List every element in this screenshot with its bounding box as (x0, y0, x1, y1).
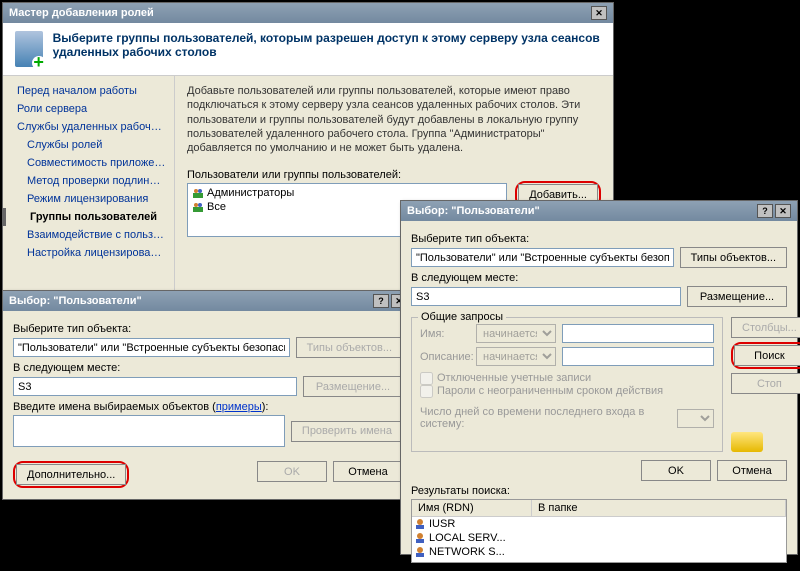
nav-user-interaction[interactable]: Взаимодействие с пользова... (3, 226, 174, 244)
name-filter-input[interactable] (562, 324, 714, 343)
dlg1-type-label: Выберите тип объекта: (13, 323, 403, 335)
dlg1-loc-field (13, 377, 297, 396)
desc-filter-label: Описание: (420, 351, 470, 363)
dlg1-title: Выбор: "Пользователи" (9, 295, 142, 307)
close-icon[interactable]: ✕ (775, 204, 791, 218)
object-names-input[interactable] (13, 415, 285, 447)
nav-role-services[interactable]: Службы ролей (3, 136, 174, 154)
days-since-login-label: Число дней со времени последнего входа в… (420, 406, 671, 430)
nav-user-groups[interactable]: Группы пользователей (3, 208, 174, 226)
cancel-button[interactable]: Отмена (717, 460, 787, 481)
wizard-titlebar[interactable]: Мастер добавления ролей ✕ (3, 3, 613, 23)
dlg2-type-label: Выберите тип объекта: (411, 233, 787, 245)
non-expiring-pw-checkbox[interactable]: Пароли с неограниченным сроком действия (420, 385, 663, 397)
group-icon (192, 201, 204, 213)
nav-server-roles[interactable]: Роли сервера (3, 100, 174, 118)
user-icon (414, 518, 426, 530)
queries-groupbox-label: Общие запросы (418, 311, 506, 323)
examples-link[interactable]: примеры (216, 401, 262, 413)
nav-licensing-mode[interactable]: Режим лицензирования (3, 190, 174, 208)
ok-button[interactable]: OK (641, 460, 711, 481)
locations-button[interactable]: Размещение... (303, 376, 403, 397)
cancel-button[interactable]: Отмена (333, 461, 403, 482)
table-row[interactable]: LOCAL SERV... (412, 531, 786, 545)
check-names-button[interactable]: Проверить имена (291, 421, 403, 442)
help-icon[interactable]: ? (373, 294, 389, 308)
results-header[interactable]: Имя (RDN) В папке (412, 500, 786, 517)
common-queries-group: Общие запросы Имя: начинается с Описание… (411, 317, 723, 452)
key-icon (731, 432, 763, 452)
object-types-button[interactable]: Типы объектов... (680, 247, 787, 268)
wizard-description: Добавьте пользователей или группы пользо… (187, 84, 601, 155)
desc-match-select[interactable]: начинается с (476, 347, 556, 366)
dlg1-loc-label: В следующем месте: (13, 362, 403, 374)
dlg1-titlebar[interactable]: Выбор: "Пользователи" ? ✕ (3, 291, 413, 311)
wizard-heading: Выберите группы пользователей, которым р… (53, 31, 601, 67)
nav-auth-method[interactable]: Метод проверки подлинности (3, 172, 174, 190)
nav-rds-services[interactable]: Службы удаленных рабочих ст... (3, 118, 174, 136)
group-icon (192, 187, 204, 199)
dlg1-names-label: Введите имена выбираемых объектов (приме… (13, 401, 403, 413)
object-types-button[interactable]: Типы объектов... (296, 337, 403, 358)
user-icon (414, 546, 426, 558)
dlg2-title: Выбор: "Пользователи" (407, 205, 540, 217)
users-list-label: Пользователи или группы пользователей: (187, 169, 507, 181)
user-icon (414, 532, 426, 544)
results-table[interactable]: Имя (RDN) В папке IUSR LOCAL SERV... NET… (411, 499, 787, 563)
desc-filter-input[interactable] (562, 347, 714, 366)
col-folder[interactable]: В папке (532, 500, 786, 516)
highlight-advanced: Дополнительно... (13, 461, 129, 488)
select-users-dialog-advanced: Выбор: "Пользователи" ? ✕ Выберите тип о… (400, 200, 798, 555)
nav-before-start[interactable]: Перед началом работы (3, 82, 174, 100)
find-now-button[interactable]: Поиск (734, 345, 800, 366)
name-match-select[interactable]: начинается с (476, 324, 556, 343)
table-row[interactable]: NETWORK S... (412, 545, 786, 559)
select-users-dialog-small: Выбор: "Пользователи" ? ✕ Выберите тип о… (2, 290, 414, 500)
wizard-title: Мастер добавления ролей (9, 7, 154, 19)
advanced-button[interactable]: Дополнительно... (16, 464, 126, 485)
dlg2-titlebar[interactable]: Выбор: "Пользователи" ? ✕ (401, 201, 797, 221)
list-item[interactable]: Администраторы (190, 186, 504, 200)
dlg2-loc-field (411, 287, 681, 306)
results-label: Результаты поиска: (411, 485, 787, 497)
wizard-header: Выберите группы пользователей, которым р… (3, 23, 613, 76)
col-name[interactable]: Имя (RDN) (412, 500, 532, 516)
table-row[interactable]: IUSR (412, 517, 786, 531)
highlight-find: Поиск (731, 342, 800, 369)
days-select[interactable] (677, 409, 714, 428)
locations-button[interactable]: Размещение... (687, 286, 787, 307)
disabled-accounts-checkbox[interactable]: Отключенные учетные записи (420, 372, 591, 384)
dlg1-type-field (13, 338, 290, 357)
name-filter-label: Имя: (420, 328, 470, 340)
server-role-icon (15, 31, 43, 67)
ok-button[interactable]: OK (257, 461, 327, 482)
stop-button[interactable]: Стоп (731, 373, 800, 394)
nav-app-compat[interactable]: Совместимость приложений (3, 154, 174, 172)
columns-button[interactable]: Столбцы... (731, 317, 800, 338)
wizard-nav: Перед началом работы Роли сервера Службы… (3, 76, 175, 306)
dlg2-loc-label: В следующем месте: (411, 272, 787, 284)
nav-licensing-config[interactable]: Настройка лицензирования ... (3, 244, 174, 262)
help-icon[interactable]: ? (757, 204, 773, 218)
close-icon[interactable]: ✕ (591, 6, 607, 20)
dlg2-type-field (411, 248, 674, 267)
